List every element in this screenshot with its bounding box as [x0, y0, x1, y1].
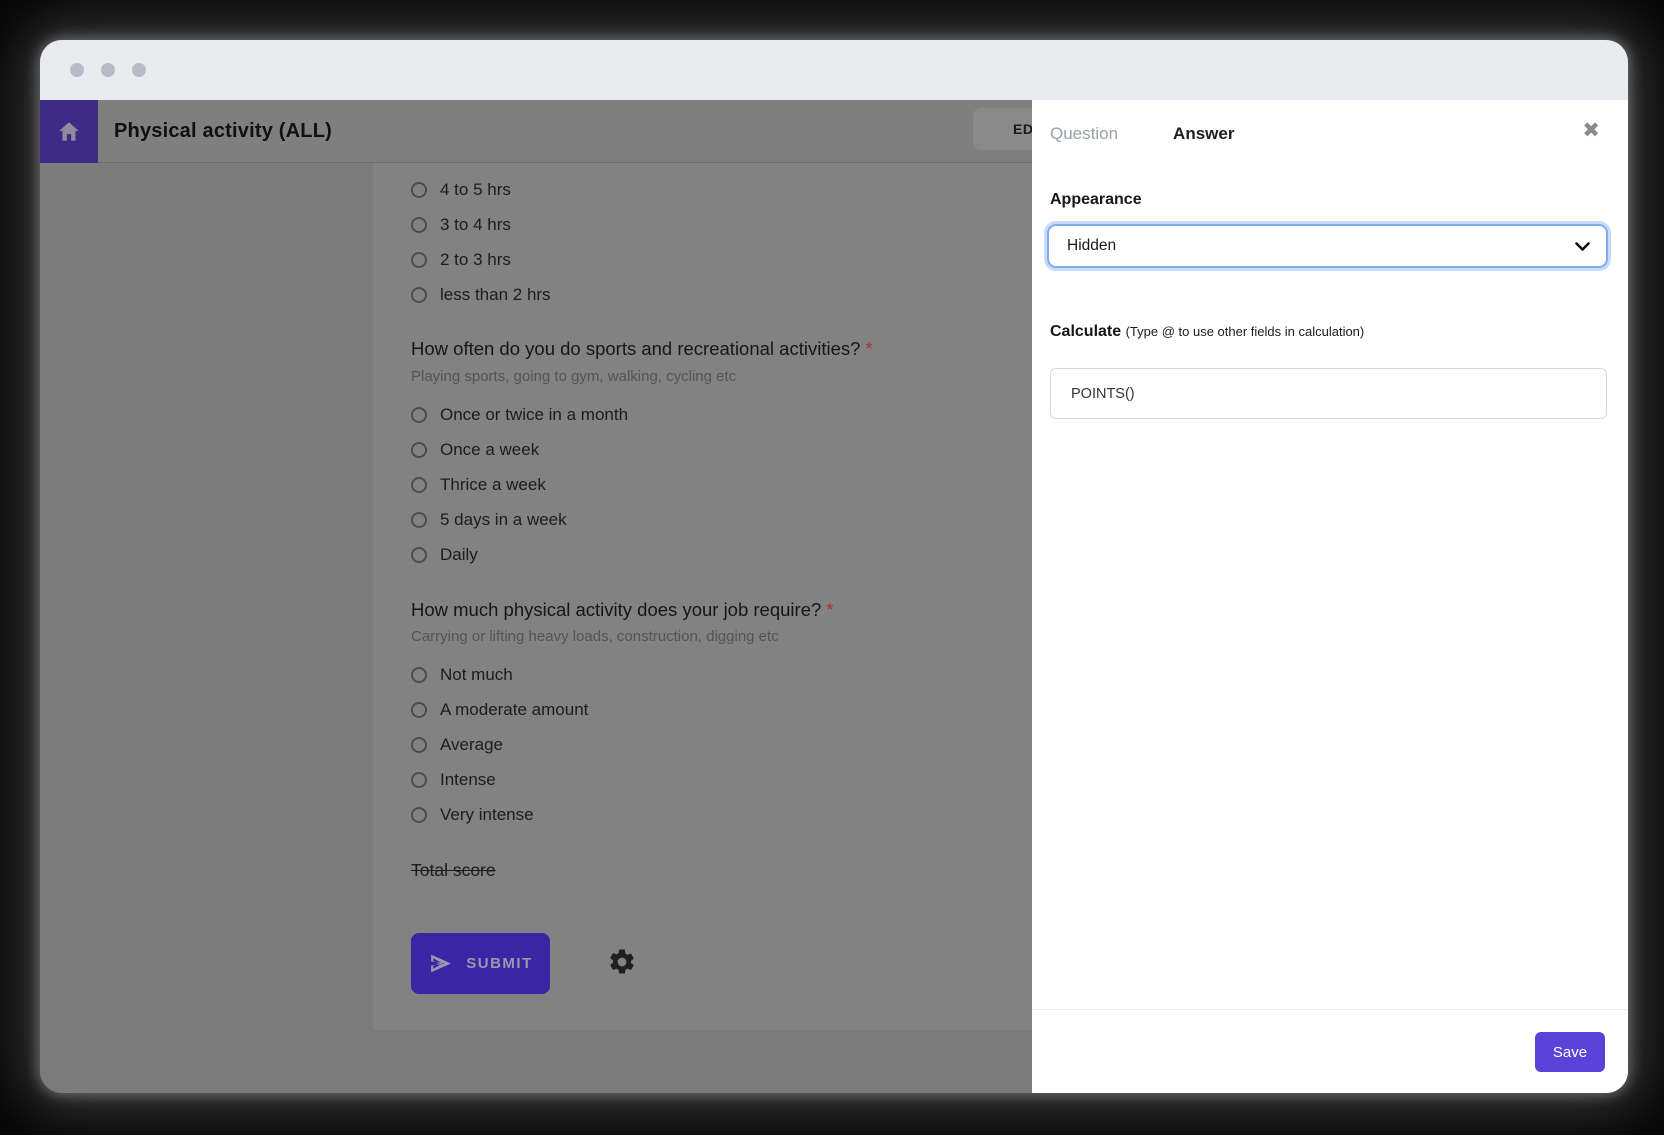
total-score-label: Total score	[411, 860, 496, 881]
radio-label: 2 to 3 hrs	[440, 250, 511, 270]
radio-label: Once or twice in a month	[440, 405, 628, 425]
radio-label: Intense	[440, 770, 496, 790]
app-area: Physical activity (ALL) EDIT 4 to 5 hrs …	[40, 100, 1628, 1093]
save-button[interactable]: Save	[1535, 1032, 1605, 1072]
radio-option: Average	[411, 727, 588, 762]
radio-label: Very intense	[440, 805, 534, 825]
question-text: How often do you do sports and recreatio…	[411, 338, 873, 360]
radio-option: Thrice a week	[411, 467, 628, 502]
tab-answer[interactable]: Answer	[1173, 124, 1234, 144]
radio-button[interactable]	[411, 407, 427, 423]
radio-label: 3 to 4 hrs	[440, 215, 511, 235]
question-hint: Carrying or lifting heavy loads, constru…	[411, 628, 779, 645]
radio-label: Once a week	[440, 440, 539, 460]
required-asterisk: *	[865, 338, 872, 359]
close-icon[interactable]: ✖	[1582, 120, 1600, 141]
submit-label: SUBMIT	[466, 955, 533, 972]
radio-option: Once a week	[411, 432, 628, 467]
radio-option: Once or twice in a month	[411, 397, 628, 432]
radio-button[interactable]	[411, 252, 427, 268]
radio-option: Intense	[411, 762, 588, 797]
radio-option: Very intense	[411, 797, 588, 832]
radio-label: A moderate amount	[440, 700, 588, 720]
radio-button[interactable]	[411, 547, 427, 563]
radio-button[interactable]	[411, 772, 427, 788]
radio-option: Not much	[411, 657, 588, 692]
window-control-dot[interactable]	[101, 63, 115, 77]
option-group-frequency: Once or twice in a month Once a week Thr…	[411, 397, 628, 572]
radio-button[interactable]	[411, 807, 427, 823]
radio-button[interactable]	[411, 737, 427, 753]
radio-button[interactable]	[411, 287, 427, 303]
radio-option: 2 to 3 hrs	[411, 242, 551, 277]
radio-button[interactable]	[411, 477, 427, 493]
radio-label: Daily	[440, 545, 478, 565]
question-label: How much physical activity does your job…	[411, 599, 821, 620]
question-text: How much physical activity does your job…	[411, 599, 833, 621]
page-title: Physical activity (ALL)	[114, 100, 332, 163]
radio-button[interactable]	[411, 667, 427, 683]
radio-option: Daily	[411, 537, 628, 572]
tab-question[interactable]: Question	[1050, 124, 1118, 144]
submit-button[interactable]: SUBMIT	[411, 933, 550, 994]
radio-button[interactable]	[411, 512, 427, 528]
radio-option: less than 2 hrs	[411, 277, 551, 312]
window-control-dot[interactable]	[70, 63, 84, 77]
radio-label: 5 days in a week	[440, 510, 567, 530]
radio-label: less than 2 hrs	[440, 285, 551, 305]
radio-option: 3 to 4 hrs	[411, 207, 551, 242]
backdrop: Physical activity (ALL) EDIT 4 to 5 hrs …	[0, 0, 1664, 1135]
home-button[interactable]	[40, 100, 98, 163]
window-titlebar	[40, 40, 1628, 100]
option-group-job-intensity: Not much A moderate amount Average Inten…	[411, 657, 588, 832]
window-control-dot[interactable]	[132, 63, 146, 77]
calculate-label-text: Calculate	[1050, 323, 1121, 340]
question-settings-panel: Question Answer ✖ Appearance Hidden Calc…	[1032, 100, 1628, 1093]
appearance-label: Appearance	[1050, 191, 1142, 209]
panel-footer: Save	[1032, 1009, 1628, 1093]
appearance-selected-value: Hidden	[1067, 237, 1575, 255]
radio-option: 4 to 5 hrs	[411, 172, 551, 207]
radio-option: A moderate amount	[411, 692, 588, 727]
required-asterisk: *	[826, 599, 833, 620]
radio-button[interactable]	[411, 217, 427, 233]
question-hint: Playing sports, going to gym, walking, c…	[411, 368, 736, 385]
radio-button[interactable]	[411, 442, 427, 458]
send-icon	[428, 951, 453, 976]
radio-label: Thrice a week	[440, 475, 546, 495]
radio-label: 4 to 5 hrs	[440, 180, 511, 200]
browser-window: Physical activity (ALL) EDIT 4 to 5 hrs …	[40, 40, 1628, 1093]
radio-button[interactable]	[411, 702, 427, 718]
question-label: How often do you do sports and recreatio…	[411, 338, 860, 359]
settings-button[interactable]	[606, 947, 638, 979]
gear-icon	[607, 947, 637, 977]
option-group-duration: 4 to 5 hrs 3 to 4 hrs 2 to 3 hrs less th…	[411, 172, 551, 312]
radio-option: 5 days in a week	[411, 502, 628, 537]
radio-button[interactable]	[411, 182, 427, 198]
appearance-select[interactable]: Hidden	[1047, 224, 1608, 268]
home-icon	[56, 119, 82, 145]
radio-label: Average	[440, 735, 503, 755]
calculate-input[interactable]	[1050, 368, 1607, 419]
calculate-note: (Type @ to use other fields in calculati…	[1126, 324, 1365, 339]
chevron-down-icon	[1575, 242, 1590, 251]
radio-label: Not much	[440, 665, 513, 685]
panel-tabs: Question Answer	[1050, 124, 1234, 144]
calculate-label: Calculate (Type @ to use other fields in…	[1050, 323, 1364, 341]
